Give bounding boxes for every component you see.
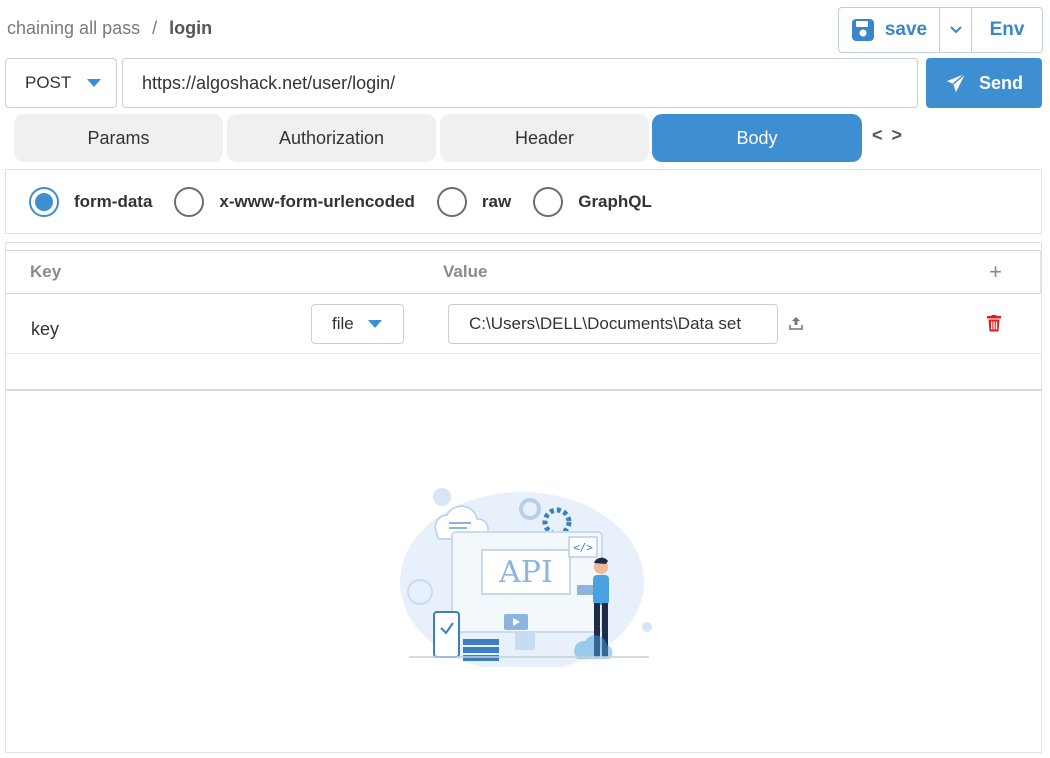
radio-unchecked-icon (533, 186, 564, 217)
row-type-value: file (332, 314, 354, 333)
api-illustration: API </> (400, 488, 652, 667)
column-header-value: Value (443, 262, 488, 281)
radio-unchecked-icon (436, 186, 467, 217)
caret-down-icon (367, 320, 382, 328)
save-button[interactable]: save (839, 8, 940, 52)
radio-urlencoded[interactable]: x-www-form-urlencoded (174, 186, 415, 217)
tab-authorization[interactable]: Authorization (227, 114, 436, 162)
tab-params[interactable]: Params (14, 114, 223, 162)
method-value: POST (25, 73, 72, 92)
code-icon[interactable]: < > (872, 125, 904, 146)
column-header-key: Key (30, 262, 62, 281)
radio-unchecked-icon (174, 186, 205, 217)
chevron-down-icon (949, 26, 962, 34)
upload-icon[interactable] (788, 315, 804, 331)
save-dropdown-button[interactable] (940, 8, 972, 52)
breadcrumb-collection[interactable]: chaining all pass (7, 18, 140, 39)
tab-body[interactable]: Body (652, 114, 862, 162)
row-value-input[interactable] (448, 304, 778, 344)
api-illustration-text: API (498, 555, 553, 590)
radio-label: raw (481, 191, 512, 211)
svg-text:</>: </> (573, 541, 593, 554)
tab-label: Authorization (278, 127, 385, 148)
body-type-selector: form-data x-www-form-urlencoded raw Grap… (5, 169, 1042, 234)
row-key[interactable]: key (31, 319, 59, 340)
save-label: save (884, 19, 928, 40)
table-row: key file (6, 294, 1041, 354)
env-label: Env (989, 19, 1025, 40)
breadcrumb: chaining all pass / login (7, 18, 212, 39)
radio-raw[interactable]: raw (436, 186, 512, 217)
trash-icon[interactable] (987, 315, 1001, 332)
radio-label: form-data (74, 191, 153, 211)
empty-table-row[interactable] (6, 354, 1041, 390)
env-button[interactable]: Env (972, 8, 1042, 52)
breadcrumb-request: login (169, 18, 213, 38)
table-header: Key Value + (6, 250, 1041, 294)
floppy-disk-icon (851, 19, 874, 41)
radio-label: GraphQL (578, 191, 652, 211)
radio-checked-icon (29, 186, 59, 217)
send-button[interactable]: Send (926, 58, 1042, 108)
method-select[interactable]: POST (5, 58, 117, 108)
radio-form-data[interactable]: form-data (29, 186, 153, 217)
breadcrumb-separator: / (152, 18, 158, 38)
radio-label: x-www-form-urlencoded (219, 191, 415, 211)
empty-state-panel: API </> (5, 390, 1042, 753)
radio-graphql[interactable]: GraphQL (533, 186, 652, 217)
url-input[interactable] (122, 58, 918, 108)
tab-header[interactable]: Header (440, 114, 649, 162)
tab-label: Header (514, 127, 575, 148)
send-label: Send (978, 72, 1023, 93)
plus-icon[interactable]: + (989, 259, 1002, 285)
tab-label: Body (736, 127, 778, 148)
paper-plane-icon (946, 73, 966, 93)
row-type-select[interactable]: file (311, 304, 404, 344)
save-env-group: save Env (838, 7, 1043, 53)
tab-label: Params (87, 127, 150, 148)
caret-down-icon (87, 79, 102, 87)
